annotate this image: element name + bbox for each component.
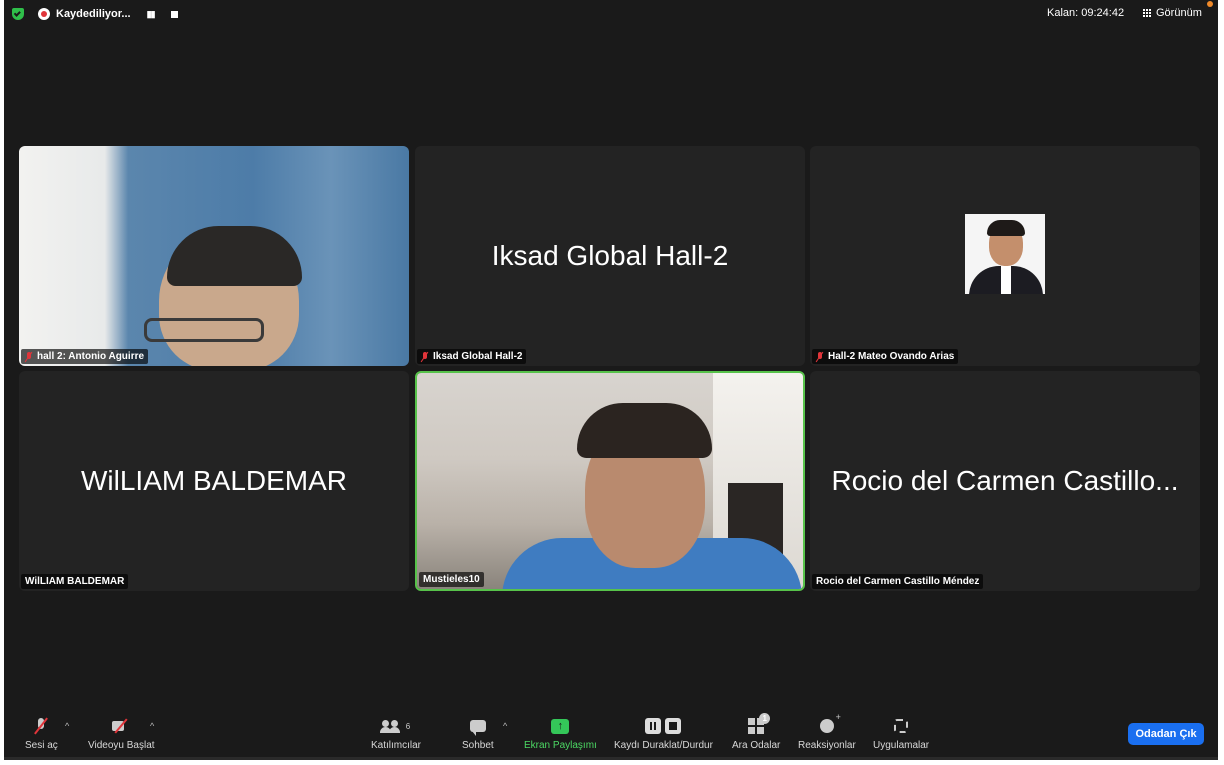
mic-muted-icon <box>421 351 429 362</box>
participant-video <box>417 373 803 589</box>
record-control-button[interactable]: Kaydı Duraklat/Durdur <box>614 715 713 751</box>
window-bottom-edge <box>0 757 1224 765</box>
participant-name-label: Hall-2 Mateo Ovando Arias <box>812 349 959 364</box>
share-screen-icon: ↑ <box>551 718 570 734</box>
participant-display-name: Iksad Global Hall-2 <box>491 240 729 271</box>
video-off-icon <box>112 720 130 732</box>
participant-tile-mustieles[interactable]: Mustieles10 <box>415 371 805 591</box>
profile-photo <box>965 214 1045 294</box>
breakout-rooms-icon: 1 <box>748 713 771 734</box>
audio-options-caret[interactable]: ^ <box>65 721 69 731</box>
participant-name-label: Iksad Global Hall-2 <box>417 349 527 364</box>
leave-meeting-button[interactable]: Odadan Çık <box>1128 723 1204 745</box>
recording-indicator[interactable]: Kaydediliyor... ▮▮ <box>38 6 178 22</box>
chat-button[interactable]: Sohbet <box>462 715 494 751</box>
remaining-time: Kalan: 09:24:42 <box>1047 7 1125 19</box>
reaction-icon <box>819 712 841 733</box>
chat-icon <box>469 720 486 736</box>
recording-dot-icon <box>38 8 50 20</box>
security-shield-icon[interactable] <box>12 8 24 20</box>
stop-recording-icon[interactable] <box>170 10 178 18</box>
view-button[interactable]: Görünüm <box>1143 7 1202 19</box>
participant-name-label: hall 2: Antonio Aguirre <box>21 349 149 364</box>
view-label: Görünüm <box>1156 7 1202 19</box>
stop-icon <box>665 718 682 734</box>
top-bar: Kaydediliyor... ▮▮ Kalan: 09:24:42 Görün… <box>4 0 1218 28</box>
share-screen-button[interactable]: ↑ Ekran Paylaşımı <box>524 715 597 751</box>
reactions-button[interactable]: Reaksiyonlar <box>798 712 856 751</box>
participant-tile-mateo[interactable]: Hall-2 Mateo Ovando Arias <box>810 146 1200 366</box>
apps-button[interactable]: Uygulamalar <box>873 715 929 751</box>
rooms-badge: 1 <box>759 713 771 724</box>
pause-icon <box>645 718 662 734</box>
pause-recording-icon[interactable]: ▮▮ <box>147 9 156 20</box>
participant-name-label: Rocio del Carmen Castillo Méndez <box>812 574 984 589</box>
participants-icon <box>379 720 402 733</box>
participant-name-label: Mustieles10 <box>419 572 484 587</box>
meeting-toolbar: Sesi aç ^ Videoyu Başlat ^ 6 Katılımcıla… <box>4 711 1218 757</box>
participant-tile-william[interactable]: WilLIAM BALDEMAR WilLIAM BALDEMAR <box>19 371 409 591</box>
participant-name-label: WilLIAM BALDEMAR <box>21 574 129 589</box>
participant-display-name: Rocio del Carmen Castillo... <box>831 465 1179 496</box>
video-options-caret[interactable]: ^ <box>150 721 154 731</box>
recording-label: Kaydediliyor... <box>56 8 131 20</box>
participant-tile-iksad[interactable]: Iksad Global Hall-2 Iksad Global Hall-2 <box>415 146 805 366</box>
notification-dot <box>1207 1 1213 7</box>
mic-muted-icon <box>816 351 824 362</box>
grid-view-icon <box>1143 8 1152 18</box>
apps-icon <box>894 719 909 733</box>
start-video-button[interactable]: Videoyu Başlat <box>88 715 155 751</box>
participant-video <box>19 146 409 366</box>
participant-display-name: WilLIAM BALDEMAR <box>80 465 348 496</box>
mic-off-icon <box>35 718 47 734</box>
mic-muted-icon <box>25 351 33 362</box>
participant-tile-antonio[interactable]: hall 2: Antonio Aguirre <box>19 146 409 366</box>
breakout-rooms-button[interactable]: 1 Ara Odalar <box>732 713 780 751</box>
participants-button[interactable]: 6 Katılımcılar <box>371 715 421 751</box>
meeting-window: Kaydediliyor... ▮▮ Kalan: 09:24:42 Görün… <box>4 0 1218 757</box>
unmute-button[interactable]: Sesi aç <box>25 715 58 751</box>
participant-tile-rocio[interactable]: Rocio del Carmen Castillo... Rocio del C… <box>810 371 1200 591</box>
chat-options-caret[interactable]: ^ <box>503 721 507 731</box>
